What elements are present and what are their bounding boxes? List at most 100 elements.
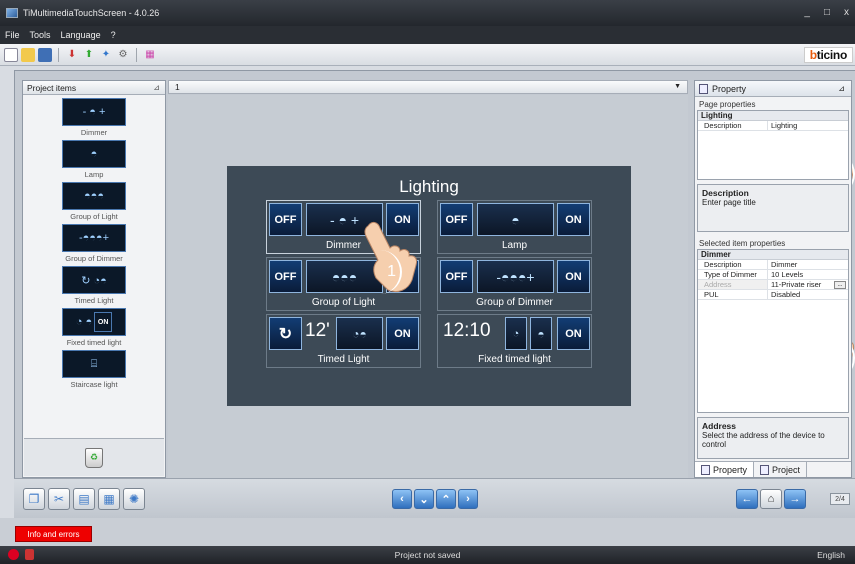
errors-bar: Info and errors xyxy=(0,518,855,546)
item-timed-light[interactable]: ↻ ◔◓ Timed Light xyxy=(23,266,165,305)
previous-page-icon[interactable]: ← xyxy=(736,489,758,509)
trash-area[interactable]: ♻ xyxy=(24,438,164,476)
group-dimmer-level-icon[interactable]: -◓◓◓+ xyxy=(477,260,554,293)
tab-label: Property xyxy=(713,464,748,475)
group-light-label: Group of Light xyxy=(311,297,376,308)
dimmer-off-button[interactable]: OFF xyxy=(269,203,302,236)
page-selector[interactable]: 1 ▼ xyxy=(168,80,688,94)
group-dimmer-off-button[interactable]: OFF xyxy=(440,260,473,293)
address-value-cell[interactable]: 11-Private riser... xyxy=(768,280,848,289)
cut-icon[interactable]: ✂ xyxy=(48,488,70,510)
page-selector-value: 1 xyxy=(175,82,180,92)
arrow-up-icon[interactable]: ⌃ xyxy=(436,489,456,509)
prop-value[interactable]: Lighting xyxy=(768,121,848,130)
description-help-text: Enter page title xyxy=(702,198,756,207)
palette-icon[interactable]: ✺ xyxy=(123,488,145,510)
menu-help[interactable]: ? xyxy=(111,30,116,40)
project-icon xyxy=(760,464,770,475)
item-label: Staircase light xyxy=(70,380,118,389)
send-project-icon[interactable]: ⬇ xyxy=(65,48,79,62)
bulb-icon[interactable]: ◓ xyxy=(530,317,552,350)
item-lamp[interactable]: ◓ Lamp xyxy=(23,140,165,179)
app-icon xyxy=(6,8,18,18)
copy-icon[interactable]: ❐ xyxy=(23,488,45,510)
page-properties-grid: Lighting Description Lighting xyxy=(697,110,849,180)
pin-icon[interactable]: ⊿ xyxy=(153,83,160,92)
group-dimmer-on-button[interactable]: ON xyxy=(557,260,590,293)
window-controls: _ □ x xyxy=(804,7,849,18)
main-toolbar: ⬇ ⬆ ✦ ⚙ ▦ b ticino xyxy=(0,44,855,66)
project-items-header: Project items ⊿ xyxy=(23,81,165,95)
menu-tools[interactable]: Tools xyxy=(30,30,51,40)
paste-icon[interactable]: ▤ xyxy=(73,488,95,510)
prop-key: Type of Dimmer xyxy=(698,270,768,279)
maximize-button[interactable]: □ xyxy=(824,7,830,18)
arrow-right-icon[interactable]: › xyxy=(458,489,478,509)
arrow-down-icon[interactable]: ⌄ xyxy=(414,489,434,509)
item-row-type-of-dimmer[interactable]: Type of Dimmer 10 Levels xyxy=(698,270,848,280)
group-light-off-button[interactable]: OFF xyxy=(269,260,302,293)
next-page-icon[interactable]: → xyxy=(784,489,806,509)
page-group-header: Lighting xyxy=(698,111,848,121)
lamp-on-button[interactable]: ON xyxy=(557,203,590,236)
timed-light-duration: 12' xyxy=(305,320,330,341)
home-icon[interactable]: ⌂ xyxy=(760,489,782,509)
item-row-description[interactable]: Description Dimmer xyxy=(698,260,848,270)
timed-lamp-icon[interactable]: ◔◓ xyxy=(336,317,383,350)
item-row-pul[interactable]: PUL Disabled xyxy=(698,290,848,300)
property-tabs: Property Project xyxy=(695,461,851,477)
item-dimmer[interactable]: - ◓ + Dimmer xyxy=(23,98,165,137)
lamp-icon[interactable]: ◓ xyxy=(477,203,554,236)
browse-address-button[interactable]: ... xyxy=(834,281,846,289)
layout-icon[interactable]: ▦ xyxy=(98,488,120,510)
menu-file[interactable]: File xyxy=(5,30,20,40)
open-folder-icon[interactable] xyxy=(21,47,35,62)
status-language[interactable]: English xyxy=(817,550,845,560)
connection-icon[interactable]: ⚙ xyxy=(116,48,130,62)
receive-project-icon[interactable]: ⬆ xyxy=(82,48,96,62)
prop-key: Address xyxy=(698,280,768,289)
group-dimmer-icon: -◓◓◓+ xyxy=(62,224,126,252)
clock-icon[interactable]: ◔ xyxy=(505,317,527,350)
item-label: Dimmer xyxy=(80,128,108,137)
fixed-timed-light-icon: ◔ ◓ ON xyxy=(62,308,126,336)
title-bar: TiMultimediaTouchScreen - 4.0.26 _ □ x xyxy=(0,0,855,26)
page-row-description[interactable]: Description Lighting xyxy=(698,121,848,131)
minimize-button[interactable]: _ xyxy=(804,7,810,18)
chevron-down-icon[interactable]: ▼ xyxy=(674,83,681,90)
item-staircase-light[interactable]: ⌸ Staircase light xyxy=(23,350,165,389)
tab-project[interactable]: Project xyxy=(754,462,808,477)
firmware-icon[interactable]: ✦ xyxy=(99,48,113,62)
item-fixed-timed-light[interactable]: ◔ ◓ ON Fixed timed light xyxy=(23,308,165,347)
lamp-off-button[interactable]: OFF xyxy=(440,203,473,236)
timed-light-icon: ↻ ◔◓ xyxy=(62,266,126,294)
fixed-timed-on-button[interactable]: ON xyxy=(557,317,590,350)
prop-value[interactable]: Disabled xyxy=(768,290,848,299)
toolbar-separator xyxy=(136,47,137,62)
page-properties-label: Page properties xyxy=(699,100,756,109)
new-file-icon[interactable] xyxy=(4,47,18,62)
item-group-of-light[interactable]: ◓◓◓ Group of Light xyxy=(23,182,165,221)
tab-property[interactable]: Property xyxy=(695,462,755,477)
project-items-panel: Project items ⊿ - ◓ + Dimmer ◓ Lamp ◓◓◓ … xyxy=(22,80,166,478)
item-row-address[interactable]: Address 11-Private riser... xyxy=(698,280,848,290)
property-icon xyxy=(699,83,708,94)
menu-language[interactable]: Language xyxy=(61,30,101,40)
prop-key: Description xyxy=(698,260,768,269)
save-icon[interactable] xyxy=(38,47,52,62)
close-button[interactable]: x xyxy=(844,7,849,18)
status-text: Project not saved xyxy=(394,550,461,560)
prop-value[interactable]: Dimmer xyxy=(768,260,848,269)
address-help-text: Select the address of the device to cont… xyxy=(702,431,825,449)
item-group-of-dimmer[interactable]: -◓◓◓+ Group of Dimmer xyxy=(23,224,165,263)
pin-icon[interactable]: ⊿ xyxy=(838,84,845,93)
trash-icon[interactable]: ♻ xyxy=(85,447,103,468)
arrow-left-icon[interactable]: ‹ xyxy=(392,489,412,509)
timer-icon[interactable]: ↻ xyxy=(269,317,302,350)
tools-dropdown-icon[interactable]: ▦ xyxy=(143,48,157,62)
info-errors-button[interactable]: Info and errors xyxy=(15,526,92,542)
mini-on-label: ON xyxy=(94,312,113,332)
prop-value[interactable]: 10 Levels xyxy=(768,270,848,279)
timed-light-on-button[interactable]: ON xyxy=(386,317,419,350)
property-title: Property xyxy=(712,83,747,94)
